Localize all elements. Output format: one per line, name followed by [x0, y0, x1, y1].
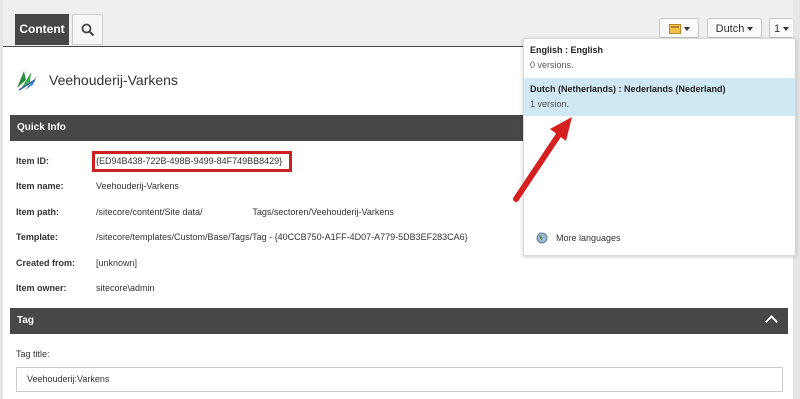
- more-languages-link[interactable]: More languages: [536, 232, 621, 244]
- item-header: Veehouderij-Varkens: [15, 66, 178, 94]
- created-from-label: Created from:: [16, 258, 76, 268]
- language-button-label: Dutch: [715, 23, 745, 35]
- tag-section-title: Tag: [17, 315, 35, 326]
- item-id-label: Item ID:: [16, 156, 50, 166]
- chevron-up-icon[interactable]: [765, 315, 778, 328]
- tag-section-header[interactable]: Tag: [10, 308, 788, 334]
- version-number-label: 1: [773, 23, 781, 35]
- version-number-button[interactable]: 1: [769, 18, 793, 38]
- language-button[interactable]: Dutch: [707, 18, 762, 38]
- tag-title-label: Tag title:: [16, 349, 50, 359]
- language-option-name: English : English: [530, 45, 604, 55]
- language-option-dutch[interactable]: Dutch (Netherlands) : Nederlands (Nederl…: [524, 78, 795, 116]
- language-option-name: Dutch (Netherlands) : Nederlands (Nederl…: [530, 84, 726, 94]
- chevron-down-icon: [783, 27, 790, 32]
- item-name-label: Item name:: [16, 181, 64, 191]
- tab-search[interactable]: [72, 14, 103, 45]
- language-option-english[interactable]: English : English 0 versions.: [524, 45, 795, 81]
- item-path-label: Item path:: [16, 207, 60, 217]
- globe-icon: [536, 232, 548, 244]
- page-title: Veehouderij-Varkens: [49, 72, 178, 88]
- tag-icon: [17, 71, 37, 91]
- chevron-down-icon: [683, 27, 690, 32]
- chevron-down-icon: [747, 27, 754, 32]
- template-value: /sitecore/templates/Custom/Base/Tags/Tag…: [96, 232, 468, 242]
- item-owner-label: Item owner:: [16, 283, 67, 293]
- language-option-versions: 0 versions.: [530, 60, 574, 70]
- template-label: Template:: [16, 232, 58, 242]
- item-path-value: /sitecore/content/Site data/ Tags/sector…: [96, 207, 394, 217]
- highlight-box: [92, 151, 292, 172]
- search-icon: [81, 23, 94, 36]
- language-option-versions: 1 version.: [530, 99, 570, 109]
- versions-icon: [668, 24, 681, 35]
- tab-content[interactable]: Content: [15, 14, 69, 45]
- item-owner-value: sitecore\admin: [96, 283, 155, 293]
- item-name-value: Veehouderij-Varkens: [96, 181, 179, 191]
- created-from-value: [unknown]: [96, 258, 138, 268]
- more-languages-label: More languages: [556, 233, 621, 243]
- window-frame-left: [0, 0, 3, 399]
- tag-title-input[interactable]: Veehouderij:Varkens: [16, 367, 783, 392]
- versions-button[interactable]: [659, 18, 699, 38]
- annotation-arrow: [513, 117, 572, 202]
